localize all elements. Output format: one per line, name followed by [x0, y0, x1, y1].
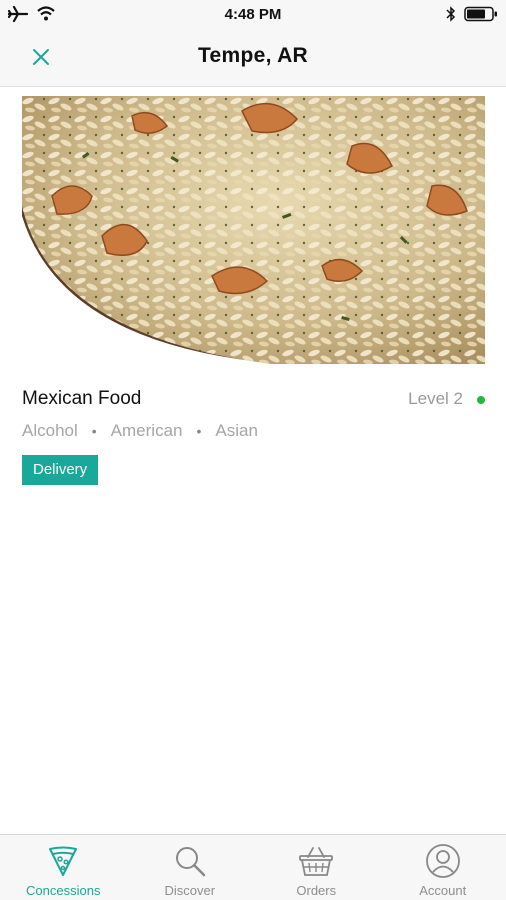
battery-icon [464, 6, 498, 27]
delivery-badge: Delivery [22, 455, 99, 485]
tab-concessions[interactable]: Concessions [0, 835, 127, 900]
item-title-row: Mexican Food Level 2 [22, 388, 485, 414]
food-image[interactable] [22, 96, 485, 364]
user-icon [425, 843, 461, 879]
tab-orders[interactable]: Orders [253, 835, 380, 900]
tab-label-orders: Orders [296, 883, 337, 898]
tab-label-concessions: Concessions [26, 883, 101, 898]
search-icon [172, 843, 208, 879]
tag-alcohol: Alcohol [22, 421, 78, 440]
basket-icon [298, 843, 334, 879]
status-time: 4:48 PM [224, 6, 282, 23]
nav-bar: Tempe, AR [0, 30, 506, 87]
category-tags: Alcohol • American • Asian [22, 421, 258, 441]
tab-label-account: Account [419, 883, 467, 898]
tag-american: American [110, 421, 183, 440]
status-dot [477, 396, 485, 404]
item-title: Mexican Food [22, 388, 142, 409]
tab-bar: Concessions Discover Orders Account [0, 834, 506, 900]
tab-account[interactable]: Account [380, 835, 506, 900]
tab-discover[interactable]: Discover [127, 835, 254, 900]
bluetooth-icon [446, 6, 456, 27]
pizza-slice-icon [45, 843, 81, 879]
tab-label-discover: Discover [164, 883, 216, 898]
status-right [446, 6, 498, 27]
status-bar: 4:48 PM [0, 0, 506, 30]
level-label: Level 2 [408, 389, 463, 408]
page-title: Tempe, AR [197, 44, 309, 67]
tag-separator: • [196, 423, 202, 439]
food-image-illustration [22, 96, 485, 364]
tag-separator: • [91, 423, 97, 439]
tag-asian: Asian [215, 421, 258, 440]
